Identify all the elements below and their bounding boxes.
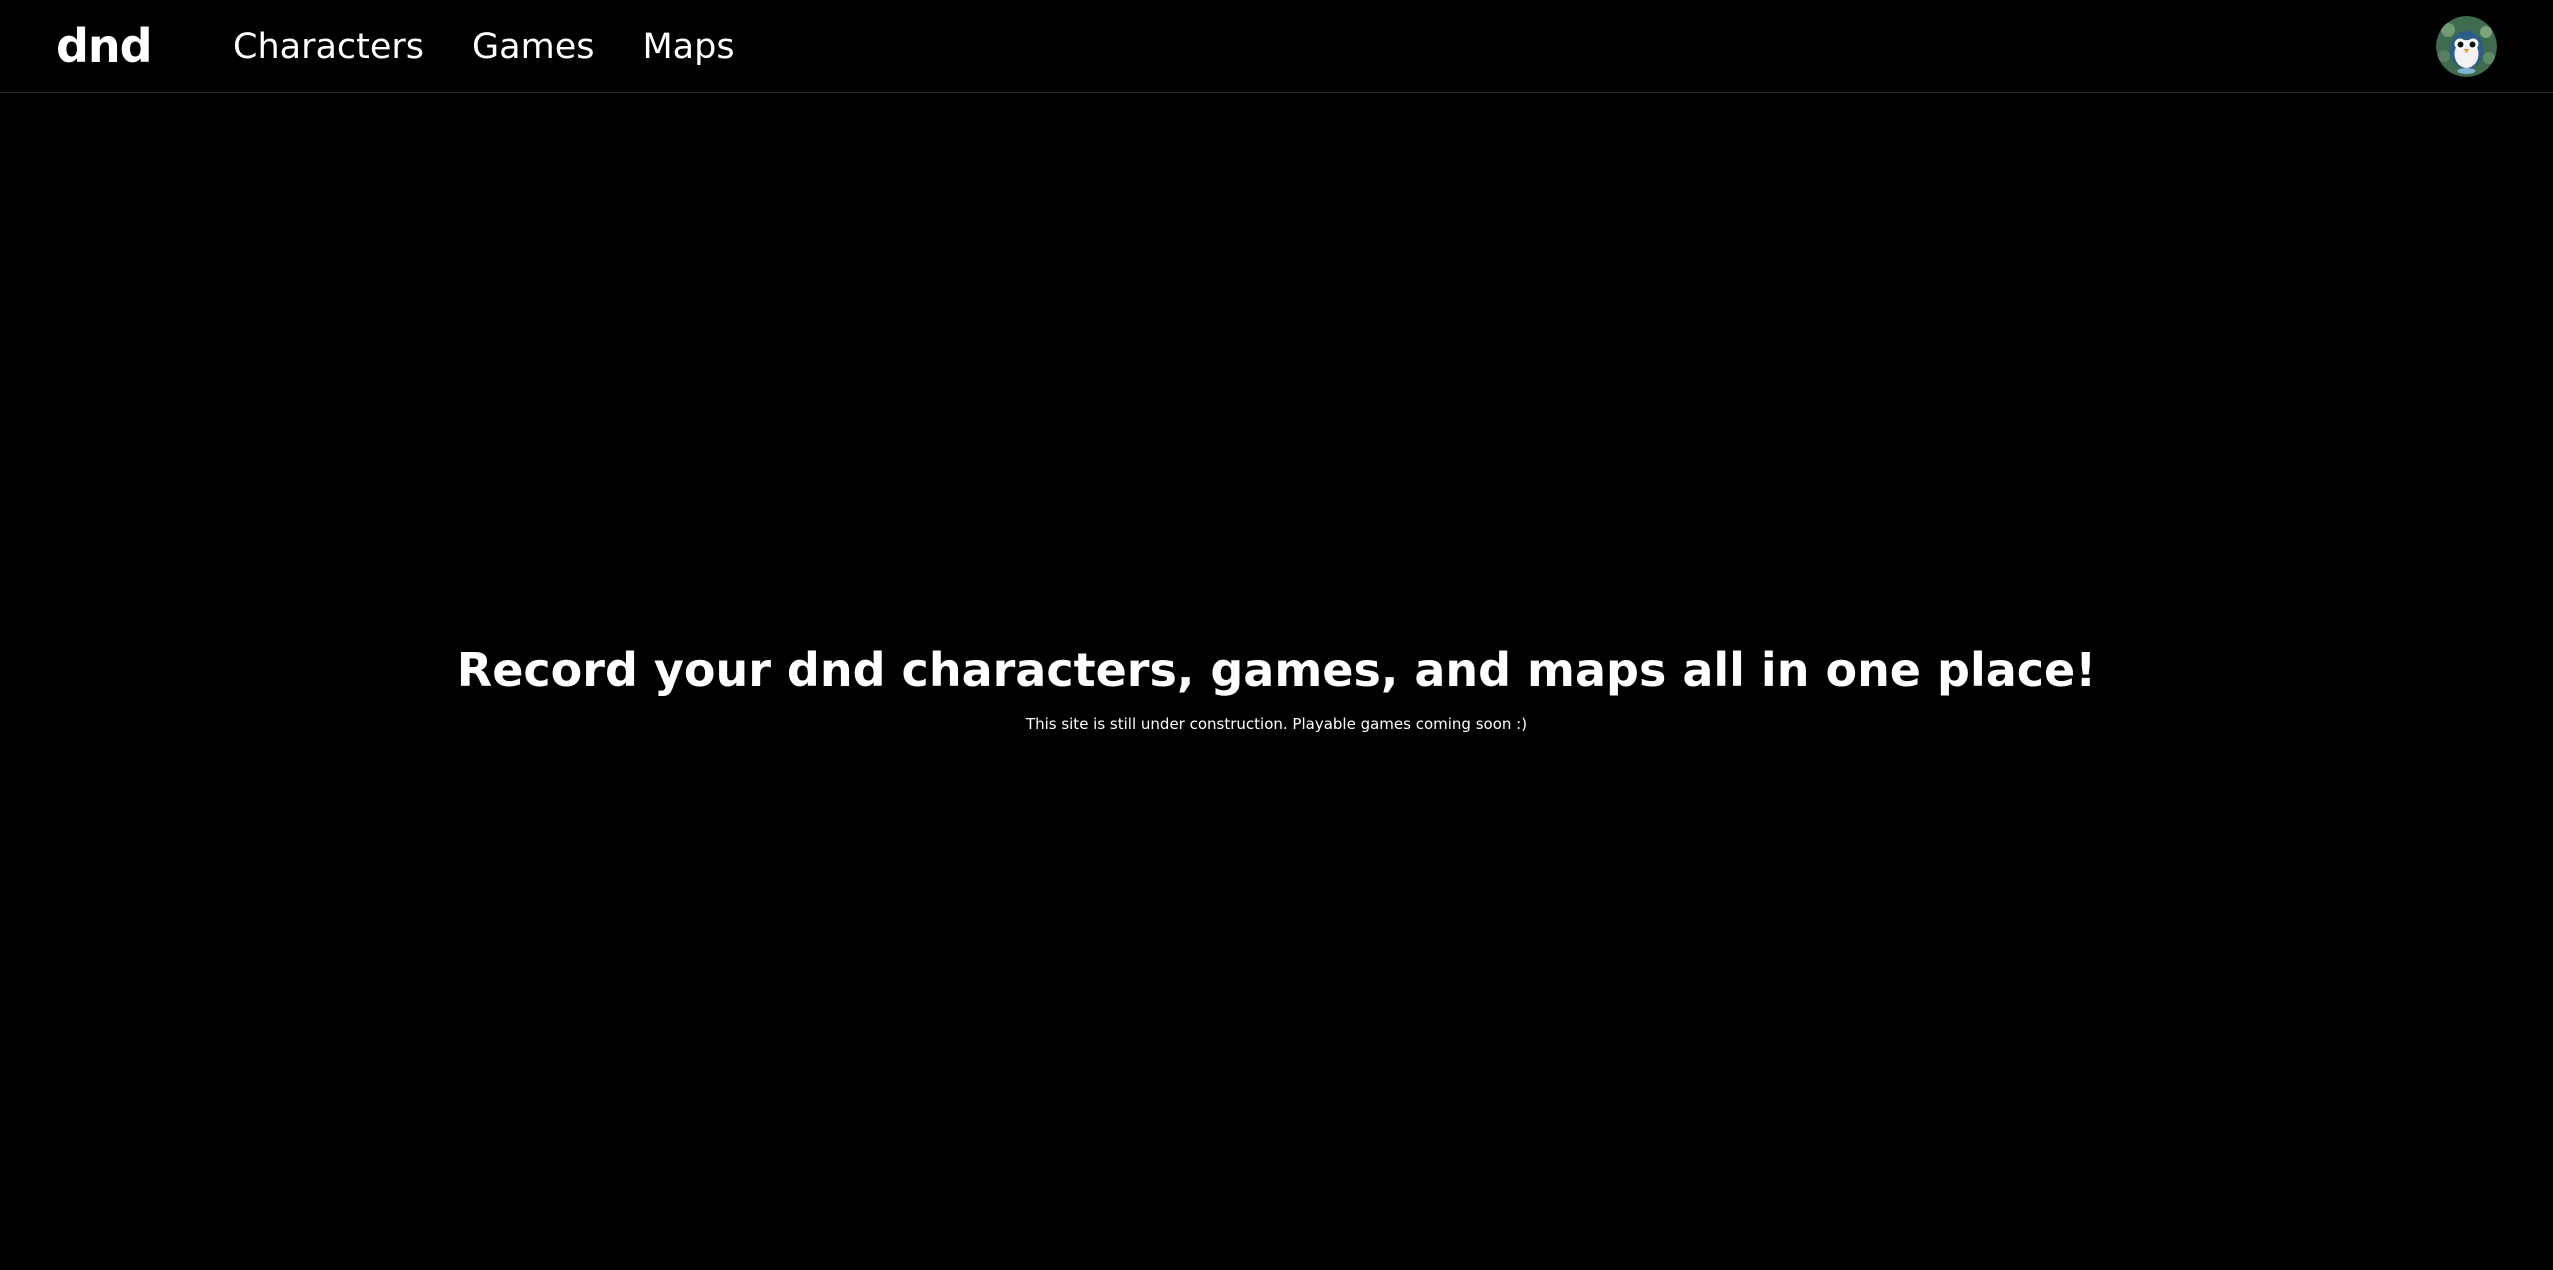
nav-link-maps[interactable]: Maps bbox=[642, 24, 734, 70]
hero-title: Record your dnd characters, games, and m… bbox=[456, 643, 2097, 697]
top-navbar: dnd Characters Games Maps bbox=[0, 0, 2553, 93]
penguin-avatar-icon bbox=[2436, 16, 2497, 77]
main-nav: Characters Games Maps bbox=[233, 24, 735, 70]
hero-subtitle: This site is still under construction. P… bbox=[1025, 715, 1528, 733]
nav-link-characters[interactable]: Characters bbox=[233, 24, 424, 70]
hero-section: Record your dnd characters, games, and m… bbox=[0, 640, 2553, 734]
user-avatar[interactable] bbox=[2436, 16, 2497, 77]
brand-logo-link[interactable]: dnd bbox=[56, 18, 153, 74]
nav-link-games[interactable]: Games bbox=[472, 24, 594, 70]
